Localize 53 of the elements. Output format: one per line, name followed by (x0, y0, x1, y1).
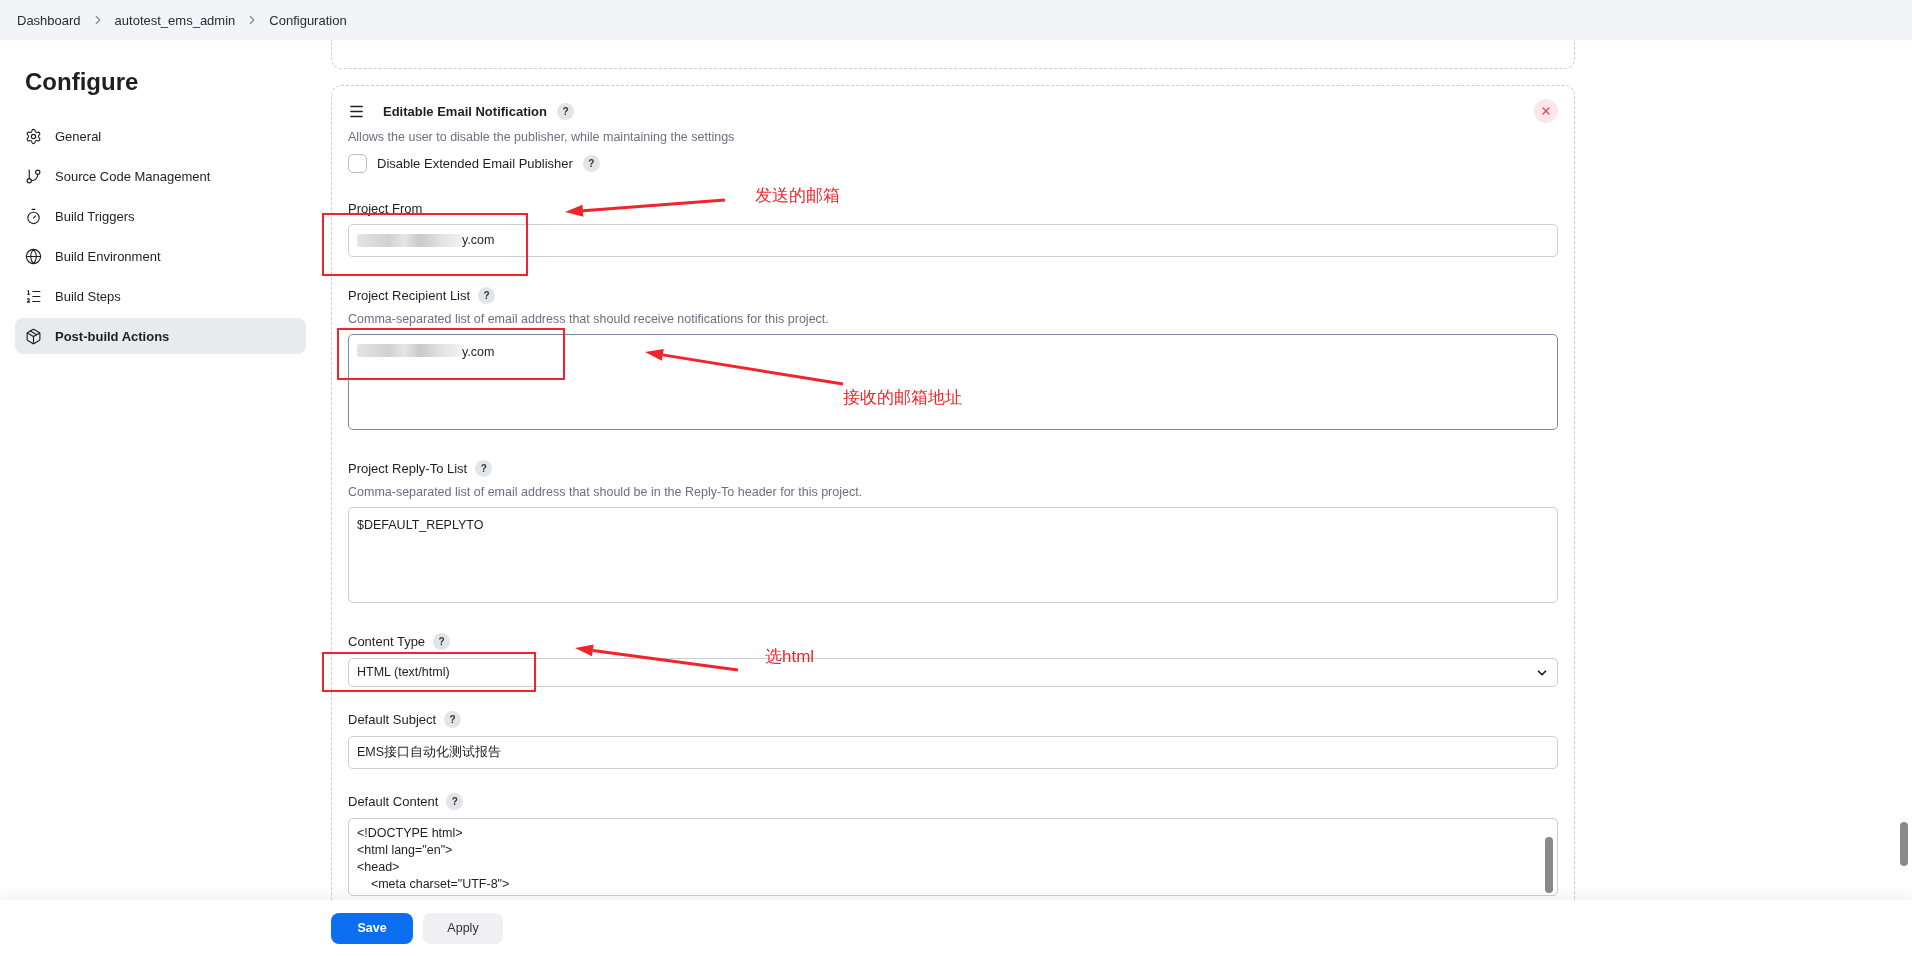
section-icon (25, 207, 42, 225)
scrollbar[interactable] (1545, 837, 1553, 893)
section-icon (25, 167, 42, 185)
field-label: Default Content (348, 794, 439, 809)
text-field[interactable]: EMS接口自动化测试报告 (348, 736, 1558, 769)
help-button[interactable]: ? (478, 287, 496, 304)
field-description: Comma-separated list of email address that should be in the Reply-To header for this project. (348, 485, 864, 499)
help-button[interactable]: ? (433, 633, 451, 650)
checkbox-label: Disable Extended Email Publisher (377, 156, 573, 171)
section-title: Editable Email Notification (383, 103, 547, 119)
section-description: Allows the user to disable the publisher, while maintaining the settings (348, 130, 736, 144)
breadcrumb-link[interactable]: autotest_ems_admin (114, 12, 236, 28)
sidebar-item[interactable]: Build Steps (15, 278, 306, 314)
help-button[interactable]: ? (556, 102, 574, 120)
annotation-text: 接收的邮箱地址 (843, 387, 962, 409)
help-button[interactable]: ? (444, 711, 462, 728)
help-button[interactable]: ? (475, 460, 493, 477)
sidebar-item[interactable]: General (15, 118, 306, 154)
field-value: EMS接口自动化测试报告 (357, 744, 502, 761)
field-value: HTML (text/html) (357, 664, 450, 681)
field-label: Project From (348, 201, 423, 216)
section-icon (25, 127, 42, 145)
text-field[interactable]: y.com (348, 224, 1558, 257)
field-label: Default Subject (348, 712, 437, 727)
section-icon (25, 247, 42, 265)
field-value: <!DOCTYPE html> <html lang="en"> <head> <meta charset="UTF-8"> (357, 825, 510, 893)
field-label: Project Reply-To List (348, 461, 468, 476)
section-icon (25, 287, 42, 305)
save-button[interactable]: Save (331, 912, 413, 944)
field-description: Comma-separated list of email address that should receive notifications for this project. (348, 312, 830, 326)
apply-button[interactable]: Apply (423, 912, 503, 944)
text-area[interactable]: $DEFAULT_REPLYTO (348, 507, 1558, 603)
field-label: Content Type (348, 634, 426, 649)
sidebar-item[interactable]: Build Triggers (15, 198, 306, 234)
field-value: y.com (462, 344, 495, 361)
page-title: Configure (25, 68, 140, 96)
sidebar-item[interactable]: Post-build Actions (15, 318, 306, 354)
field-value: y.com (462, 232, 495, 249)
breadcrumb-link[interactable]: Dashboard (17, 12, 81, 28)
scrollbar[interactable] (1900, 822, 1908, 866)
close-icon (1540, 105, 1552, 117)
annotation-text: 发送的邮箱 (755, 185, 840, 207)
field-label: Project Recipient List (348, 288, 471, 303)
breadcrumb-link[interactable]: Configuration (269, 12, 347, 28)
section-icon (25, 327, 42, 345)
close-button[interactable] (1534, 99, 1558, 123)
sidebar-item[interactable]: Build Environment (15, 238, 306, 274)
checkbox[interactable] (348, 154, 367, 173)
field-value: $DEFAULT_REPLYTO (357, 517, 484, 534)
help-button[interactable]: ? (582, 155, 600, 172)
sidebar-item[interactable]: Source Code Management (15, 158, 306, 194)
code-area[interactable]: <!DOCTYPE html> <html lang="en"> <head> <meta charset="UTF-8"> (348, 818, 1558, 896)
help-button[interactable]: ? (446, 793, 464, 810)
